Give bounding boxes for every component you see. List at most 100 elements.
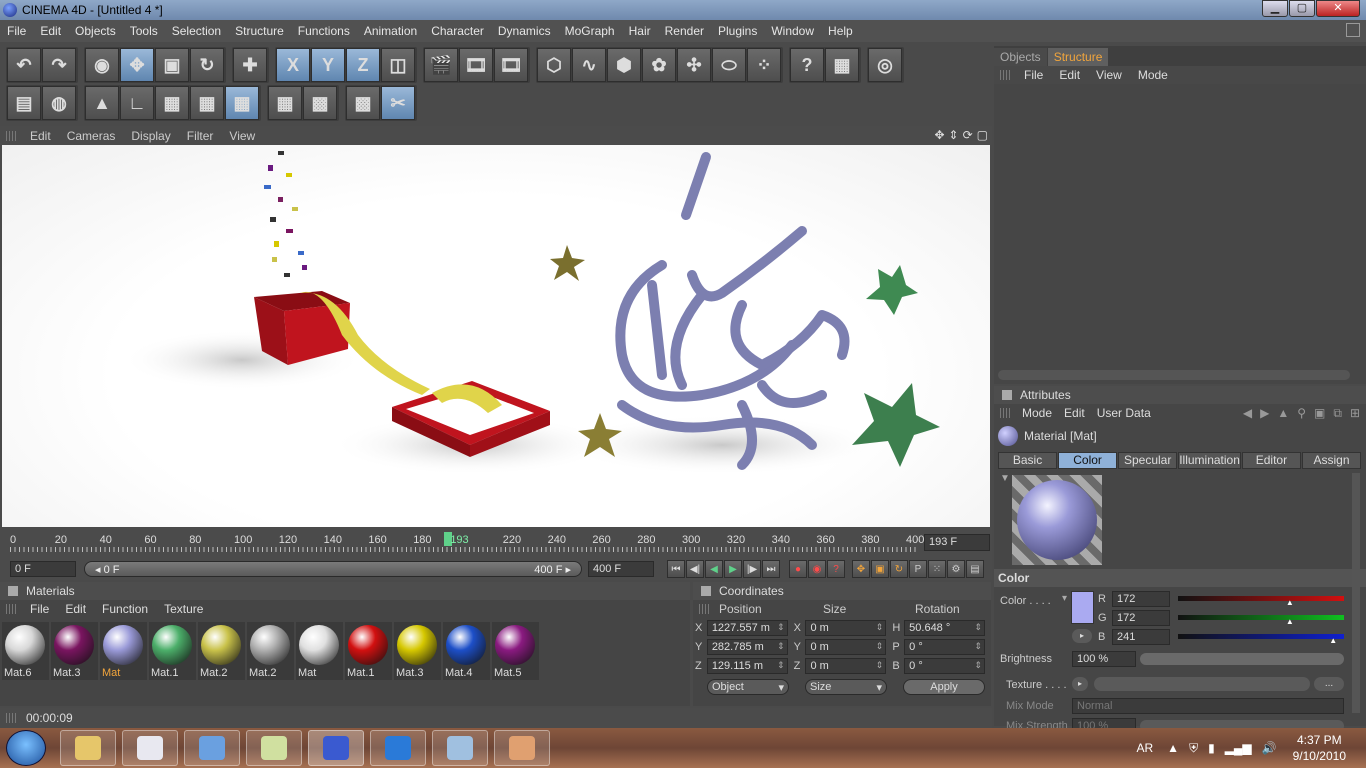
menu-hair[interactable]: Hair [622,24,658,38]
tab-assign[interactable]: Assign [1301,452,1362,469]
spinner-icon[interactable]: ⇕ [974,641,982,652]
spinner-icon[interactable]: ⇕ [777,622,785,633]
go-to-start-button[interactable]: ⏮ [667,560,685,578]
material-item[interactable]: Mat.5 [492,622,539,680]
key-rotation-button[interactable]: ↻ [890,560,908,578]
undo-button[interactable]: ↶ [7,48,41,82]
redo-button[interactable]: ↷ [42,48,76,82]
color-swatch[interactable] [1071,591,1094,624]
texture-menu-button[interactable]: ▸ [1072,677,1088,691]
menu-plugins[interactable]: Plugins [711,24,764,38]
spinner-icon[interactable]: ⇕ [777,660,785,671]
points-mode-button[interactable]: ▦ [155,86,189,120]
battery-icon[interactable]: ▮ [1208,741,1215,755]
maximize-button[interactable]: ▢ [1289,0,1315,17]
viewport-menu-view[interactable]: View [221,129,263,143]
current-frame-field[interactable]: 193 F [924,534,990,551]
menu-file[interactable]: File [0,24,33,38]
y-axis-button[interactable]: Y [311,48,345,82]
go-to-end-button[interactable]: ⏭ [762,560,780,578]
material-item[interactable]: Mat.4 [443,622,490,680]
attributes-menu-user-data[interactable]: User Data [1091,406,1157,420]
close-button[interactable]: ✕ [1316,0,1360,17]
explorer-taskbar-button[interactable] [60,730,116,766]
up-arrow-icon[interactable]: ▲ [1277,406,1289,421]
search-icon[interactable]: ⚲ [1297,406,1306,421]
attributes-menu-mode[interactable]: Mode [1016,406,1058,420]
layout-button[interactable]: ▤ [7,86,41,120]
size-field[interactable]: 0 m ⇕ [805,638,887,655]
nurbs-button[interactable]: ⬢ [607,48,641,82]
material-item[interactable]: Mat.3 [394,622,441,680]
color-picker-button[interactable]: ▸ [1072,629,1092,643]
rotation-field[interactable]: 0 ° ⇕ [904,657,986,674]
object-menu-view[interactable]: View [1088,68,1130,82]
menu-mograph[interactable]: MoGraph [558,24,622,38]
render-picture-viewer-button[interactable]: 🎞 [459,48,493,82]
tab-structure[interactable]: Structure [1047,48,1109,66]
panel-close-icon[interactable] [8,586,18,596]
polygons-mode-button[interactable]: ▦ [225,86,259,120]
timeline-ruler[interactable]: 0 20 40 60 80 100 120 140 160 180 193 220 240 260 280 3… [10,528,924,556]
texture-browse-button[interactable]: ... [1314,677,1344,691]
filter-icon[interactable]: ⧉ [1333,406,1342,421]
object-mode-button[interactable]: ▦ [268,86,302,120]
size-field[interactable]: 0 m ⇕ [805,657,887,674]
key-point-level-button[interactable]: ⁙ [928,560,946,578]
end-frame-field[interactable]: 400 F [588,561,654,577]
start-button[interactable] [6,730,46,766]
material-item[interactable]: Mat.3 [51,622,98,680]
dolly-icon[interactable]: ⇕ [949,128,959,142]
clock[interactable]: 4:37 PM 9/10/2010 [1293,732,1346,764]
model-tool-button[interactable]: ▲ [85,86,119,120]
material-item[interactable]: Mat.1 [149,622,196,680]
coordinate-system-button[interactable]: ◫ [381,48,415,82]
viewport-menu-display[interactable]: Display [123,129,178,143]
x-axis-button[interactable]: X [276,48,310,82]
object-menu-edit[interactable]: Edit [1051,68,1088,82]
pan-icon[interactable]: ✥ [934,128,944,142]
material-item[interactable]: Mat.6 [2,622,49,680]
menu-render[interactable]: Render [658,24,711,38]
tab-editor[interactable]: Editor [1241,452,1301,469]
workplane-button[interactable]: ▩ [346,86,380,120]
materials-menu-file[interactable]: File [22,602,57,616]
next-key-button[interactable]: |▶ [743,560,761,578]
brightness-slider[interactable] [1140,653,1344,665]
viewport-menu-filter[interactable]: Filter [179,129,222,143]
spinner-icon[interactable]: ⇕ [876,641,884,652]
play-backward-button[interactable]: ◀ [705,560,723,578]
spline-button[interactable]: ∿ [572,48,606,82]
apply-button[interactable]: Apply [903,679,985,695]
ie-taskbar-button[interactable] [370,730,426,766]
spinner-icon[interactable]: ⇕ [974,660,982,671]
menu-structure[interactable]: Structure [228,24,291,38]
chevron-down-icon[interactable]: ▾ [1062,593,1067,604]
position-field[interactable]: 129.115 m ⇕ [706,657,788,674]
rotation-field[interactable]: 0 ° ⇕ [904,638,986,655]
slider-handle-icon[interactable]: ▲ [1286,598,1294,607]
shield-icon[interactable]: ⛨ [1189,741,1198,756]
menu-help[interactable]: Help [821,24,860,38]
start-frame-field[interactable]: 0 F [10,561,76,577]
array-button[interactable]: ✿ [642,48,676,82]
forward-arrow-icon[interactable]: ▶ [1260,406,1269,421]
tab-basic[interactable]: Basic [998,452,1058,469]
menu-functions[interactable]: Functions [291,24,357,38]
restore-icon[interactable] [1346,23,1360,37]
panel-close-icon[interactable] [1002,390,1012,400]
help-button[interactable]: ? [790,48,824,82]
menu-objects[interactable]: Objects [68,24,123,38]
deformer-button[interactable]: ✣ [677,48,711,82]
lock-icon[interactable]: ▣ [1314,406,1325,421]
slider-handle-icon[interactable]: ▲ [1286,617,1294,626]
spinner-icon[interactable]: ⇕ [876,622,884,633]
brightness-field[interactable]: 100 % [1072,651,1136,667]
minimize-button[interactable]: ▁ [1262,0,1288,17]
auto-key-button[interactable]: ◉ [808,560,826,578]
material-item[interactable]: Mat [296,622,343,680]
material-item[interactable]: Mat [100,622,147,680]
texture-field[interactable] [1094,677,1310,691]
viewport-menu-cameras[interactable]: Cameras [59,129,124,143]
menu-character[interactable]: Character [424,24,491,38]
